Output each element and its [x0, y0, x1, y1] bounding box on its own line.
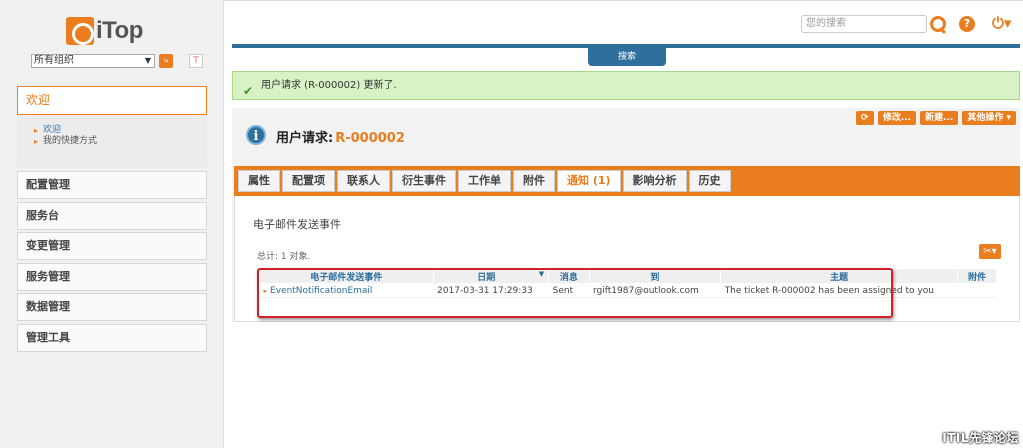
object-details: ⟳ 修改... 新建... 其他操作 ▾ i 用户请求: R-000002 属性 …	[232, 108, 1020, 322]
tab-attachments[interactable]: 附件	[513, 170, 555, 192]
menu-data-management[interactable]: 数据管理	[17, 293, 207, 321]
watermark: ITIL先锋论坛	[942, 431, 1019, 445]
panel-title: 电子邮件发送事件	[253, 218, 341, 231]
check-icon: ✔	[243, 84, 254, 98]
other-actions-button[interactable]: 其他操作 ▾	[962, 111, 1016, 125]
refresh-icon[interactable]: ⟳	[855, 111, 874, 125]
info-icon: i	[246, 125, 266, 145]
menu-welcome[interactable]: 欢迎	[17, 86, 207, 115]
global-search-input[interactable]: 您的搜索	[801, 15, 927, 33]
cell-date: 2017-03-31 17:29:33	[433, 283, 549, 298]
tab-history[interactable]: 历史	[688, 170, 731, 192]
cell-attachment	[957, 283, 997, 298]
power-icon[interactable]: ⏻▾	[992, 14, 1011, 32]
org-filter: 所有组织 ▼ ⤷ ⊤	[31, 54, 203, 68]
success-message-text: 用户请求 (R-000002) 更新了.	[261, 80, 397, 91]
table-header: 电子邮件发送事件 日期 ▼ 消息 到 主题 附件	[259, 268, 998, 284]
col-subject[interactable]: 主题	[720, 268, 958, 284]
org-select[interactable]: 所有组织 ▼	[31, 54, 155, 68]
itop-window: iTop 所有组织 ▼ ⤷ ⊤ 欢迎 欢迎 我的快捷方式 配置管理 服务台 变更…	[0, 0, 1023, 448]
success-message: ✔ 用户请求 (R-000002) 更新了.	[232, 71, 1020, 100]
object-label: 用户请求:	[276, 131, 334, 146]
logo[interactable]: iTop	[66, 14, 143, 48]
tab-bar: 属性 配置项 联系人 衍生事件 工作单 附件 通知 (1) 影响分析 历史	[234, 166, 1020, 196]
sidebar: iTop 所有组织 ▼ ⤷ ⊤ 欢迎 欢迎 我的快捷方式 配置管理 服务台 变更…	[0, 0, 224, 448]
notifications-table: 电子邮件发送事件 日期 ▼ 消息 到 主题 附件 ▸ EventNotificati…	[259, 268, 998, 298]
col-event[interactable]: 电子邮件发送事件	[259, 268, 434, 284]
sort-desc-icon: ▼	[538, 269, 545, 278]
top-bar: 您的搜索 ? ⏻▾	[224, 0, 1023, 44]
object-ref: R-000002	[335, 131, 405, 146]
col-to[interactable]: 到	[588, 268, 722, 284]
col-attachment[interactable]: 附件	[956, 268, 998, 284]
cell-to: rgift1987@outlook.com	[589, 283, 721, 298]
welcome-submenu: 欢迎 我的快捷方式	[17, 115, 207, 167]
tab-cis[interactable]: 配置项	[282, 170, 335, 192]
menu-admin-tools[interactable]: 管理工具	[17, 324, 207, 352]
col-message[interactable]: 消息	[548, 268, 590, 284]
search-icon[interactable]	[930, 15, 946, 33]
menu-change-management[interactable]: 变更管理	[17, 232, 207, 260]
tab-work-orders[interactable]: 工作单	[458, 170, 511, 192]
org-apply-icon[interactable]: ⤷	[159, 54, 173, 68]
search-tab[interactable]: 搜索	[588, 48, 666, 66]
tab-child-requests[interactable]: 衍生事件	[392, 170, 456, 192]
page-title: 用户请求: R-000002	[276, 127, 405, 146]
col-date[interactable]: 日期 ▼	[432, 268, 550, 284]
cell-message: Sent	[548, 283, 589, 298]
new-button[interactable]: 新建...	[920, 111, 959, 125]
menu-config-management[interactable]: 配置管理	[17, 171, 207, 199]
modify-button[interactable]: 修改...	[877, 111, 917, 125]
chevron-down-icon: ▼	[144, 56, 151, 65]
logo-text: iTop	[96, 17, 143, 44]
tab-contacts[interactable]: 联系人	[337, 170, 390, 192]
action-buttons: ⟳ 修改... 新建... 其他操作 ▾	[852, 111, 1016, 125]
submenu-shortcuts[interactable]: 我的快捷方式	[34, 136, 207, 147]
menu-service-management[interactable]: 服务管理	[17, 263, 207, 291]
col-date-label: 日期	[477, 272, 496, 283]
tab-impact-analysis[interactable]: 影响分析	[622, 170, 687, 192]
tools-icon[interactable]: ✂▾	[979, 244, 1001, 259]
submenu-welcome[interactable]: 欢迎	[34, 125, 207, 136]
total-count: 总计: 1 对象.	[257, 252, 311, 262]
notifications-panel: 电子邮件发送事件 总计: 1 对象. ✂▾ 电子邮件发送事件 日期 ▼ 消息 到 …	[234, 196, 1020, 322]
event-link[interactable]: EventNotificationEmail	[270, 286, 372, 296]
menu-service-desk[interactable]: 服务台	[17, 202, 207, 230]
org-select-value: 所有组织	[34, 55, 74, 66]
cell-event[interactable]: ▸ EventNotificationEmail	[259, 283, 434, 298]
table-row: ▸ EventNotificationEmail 2017-03-31 17:29…	[259, 283, 997, 298]
help-icon[interactable]: ?	[959, 16, 975, 32]
cell-subject: The ticket R-000002 has been assigned to…	[720, 283, 958, 298]
pin-icon[interactable]: ⊤	[189, 54, 203, 68]
itop-logo-icon	[66, 17, 94, 45]
tab-properties[interactable]: 属性	[238, 170, 280, 192]
row-arrow-icon: ▸	[263, 286, 268, 295]
tab-notifications[interactable]: 通知 (1)	[557, 170, 621, 192]
